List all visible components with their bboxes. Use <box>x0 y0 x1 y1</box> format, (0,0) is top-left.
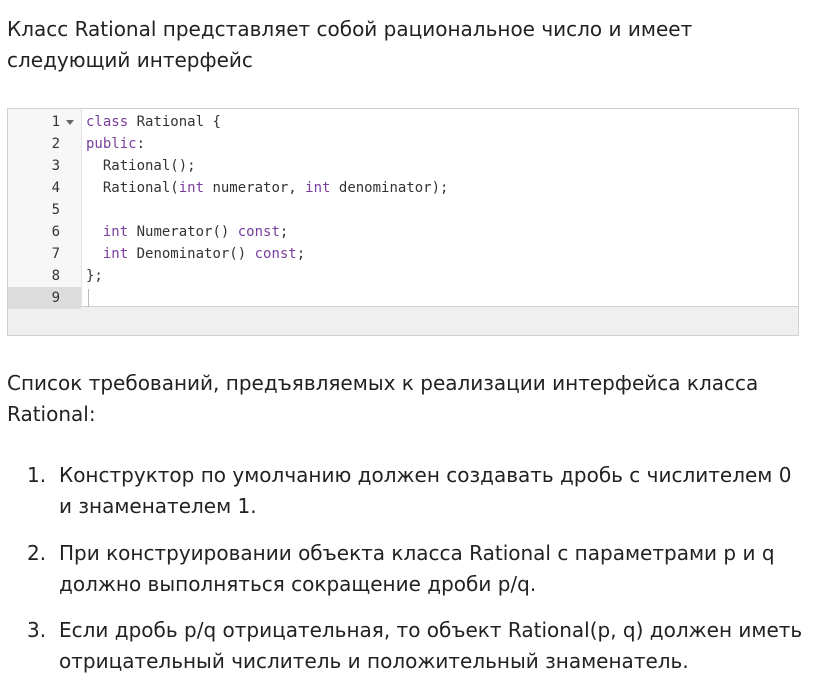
code-keyword: const <box>237 224 280 240</box>
code-keyword: const <box>254 246 297 262</box>
line-number: 2 <box>51 136 60 152</box>
code-keyword: public <box>86 136 137 152</box>
line-number: 5 <box>51 202 60 218</box>
code-token: Rational(); <box>86 158 196 174</box>
requirement-text: Конструктор по умолчанию должен создават… <box>59 463 792 518</box>
code-keyword: int <box>102 224 129 240</box>
code-line[interactable]: 1 class Rational { <box>8 111 798 133</box>
code-line[interactable]: 7 int Denominator() const; <box>8 243 798 265</box>
code-token: Rational( <box>86 180 179 196</box>
code-keyword: int <box>102 246 129 262</box>
code-token: Numerator() <box>128 224 238 240</box>
code-token: Rational { <box>128 114 221 130</box>
requirement-number: 1. <box>27 463 47 487</box>
code-line[interactable]: 6 int Numerator() const; <box>8 221 798 243</box>
line-number: 6 <box>51 224 60 240</box>
code-line[interactable]: 4 Rational(int numerator, int denominato… <box>8 177 798 199</box>
code-text[interactable]: public: <box>86 133 145 155</box>
code-token: numerator, <box>204 180 306 196</box>
code-token: : <box>136 136 146 152</box>
code-token: Denominator() <box>128 246 255 262</box>
code-keyword: class <box>86 114 129 130</box>
code-text[interactable]: }; <box>86 265 103 287</box>
code-line[interactable]: 9 <box>8 287 798 309</box>
code-token: denominator); <box>330 180 449 196</box>
code-text[interactable]: int Numerator() const; <box>86 221 288 243</box>
requirement-number: 2. <box>27 541 47 565</box>
fold-arrow-icon[interactable] <box>66 120 74 125</box>
code-text[interactable]: int Denominator() const; <box>86 243 305 265</box>
code-keyword: int <box>305 180 331 196</box>
code-text[interactable]: Rational(int numerator, int denominator)… <box>86 177 449 199</box>
code-editor-area[interactable]: 1 class Rational {2 public: 3 Rational(); 4 … <box>8 109 798 309</box>
code-text[interactable]: class Rational { <box>86 111 221 133</box>
code-token: ; <box>296 246 306 262</box>
line-number: 8 <box>51 268 60 284</box>
code-line[interactable]: 5 <box>8 199 798 221</box>
code-line[interactable]: 8}; <box>8 265 798 287</box>
line-number: 1 <box>51 114 60 130</box>
code-keyword: int <box>178 180 205 196</box>
line-number: 9 <box>51 290 60 306</box>
text-cursor <box>88 289 89 307</box>
code-text[interactable]: Rational(); <box>86 155 196 177</box>
code-token: }; <box>86 268 103 284</box>
line-number: 4 <box>51 180 60 196</box>
code-line[interactable]: 3 Rational(); <box>8 155 798 177</box>
line-number: 7 <box>51 246 60 262</box>
code-editor[interactable]: 1 class Rational {2 public: 3 Rational(); 4 … <box>7 108 799 336</box>
requirement-text: Если дробь p/q отрицательная, то объект … <box>59 618 803 673</box>
requirement-text: При конструировании объекта класса Ratio… <box>59 541 775 596</box>
line-number: 3 <box>51 158 60 174</box>
intro-text: Класс Rational представляет собой рацион… <box>7 17 693 72</box>
requirement-number: 3. <box>27 618 47 642</box>
code-token: ; <box>279 224 289 240</box>
code-line[interactable]: 2 public: <box>8 133 798 155</box>
requirements-intro: Список требований, предъявляемых к реали… <box>7 371 759 426</box>
